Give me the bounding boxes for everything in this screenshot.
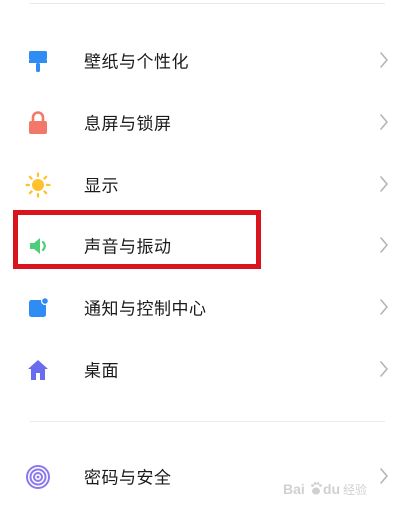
- svg-text:Bai: Bai: [283, 481, 305, 497]
- sun-icon: [24, 171, 52, 199]
- settings-item-home-screen[interactable]: 桌面: [0, 338, 405, 400]
- notification-icon: [24, 294, 52, 322]
- chevron-right-icon: [379, 298, 389, 316]
- settings-item-label: 息屏与锁屏: [84, 114, 172, 135]
- chevron-right-icon: [379, 360, 389, 378]
- chevron-right-icon: [379, 467, 389, 485]
- settings-item-display[interactable]: 显示: [0, 153, 405, 215]
- baidu-watermark: Bai du 经验: [283, 478, 379, 500]
- home-icon: [24, 356, 52, 384]
- chevron-right-icon: [379, 113, 389, 131]
- settings-item-wallpaper[interactable]: 壁纸与个性化: [0, 29, 405, 91]
- brush-icon: [24, 47, 52, 75]
- svg-text:du: du: [323, 481, 340, 497]
- settings-item-label: 通知与控制中心: [84, 299, 207, 320]
- settings-item-lock-screen[interactable]: 息屏与锁屏: [0, 91, 405, 153]
- section-divider: [30, 421, 385, 422]
- svg-text:经验: 经验: [343, 482, 367, 497]
- lock-icon: [24, 109, 52, 137]
- top-divider: [30, 3, 385, 4]
- settings-item-label: 显示: [84, 176, 119, 197]
- settings-item-label: 密码与安全: [84, 468, 172, 489]
- settings-item-label: 声音与振动: [84, 237, 172, 258]
- chevron-right-icon: [379, 236, 389, 254]
- chevron-right-icon: [379, 51, 389, 69]
- settings-item-label: 壁纸与个性化: [84, 52, 189, 73]
- fingerprint-icon: [24, 463, 52, 491]
- speaker-icon: [24, 232, 52, 260]
- settings-item-notifications[interactable]: 通知与控制中心: [0, 276, 405, 338]
- settings-item-sound[interactable]: 声音与振动: [0, 214, 405, 276]
- chevron-right-icon: [379, 175, 389, 193]
- settings-item-label: 桌面: [84, 361, 119, 382]
